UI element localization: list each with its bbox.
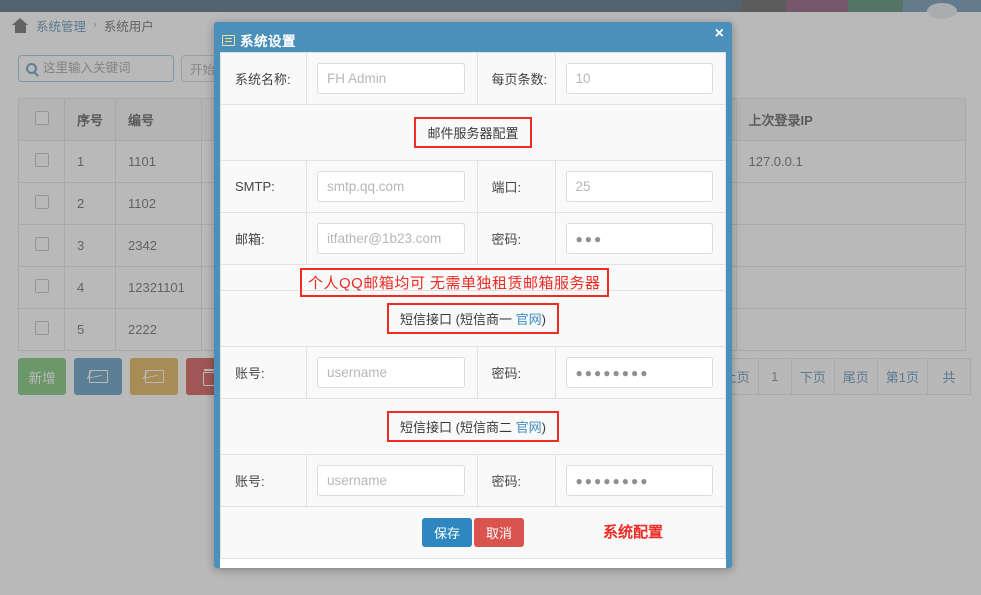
footer-annotation: 系统配置 [602, 524, 663, 541]
sms2-account-label: 账号: [220, 454, 307, 507]
sms1-account-field[interactable] [306, 346, 478, 399]
mail-section-heading: 邮件服务器配置 [414, 117, 532, 148]
system-settings-dialog: 系统设置 × 系统名称: 每页条数: 邮件服务器配置 SMTP: [214, 22, 732, 568]
sms1-official-link[interactable]: 官网 [516, 312, 542, 327]
sms1-section-header: 短信接口 (短信商一 官网) [220, 290, 726, 347]
sms1-password-label: 密码: [476, 346, 556, 399]
save-button[interactable]: 保存 [421, 518, 472, 547]
mail-password-cell[interactable]: ●●● [554, 212, 726, 265]
dialog-footer: 保存 取消 系统配置 [220, 506, 726, 559]
sms2-password-cell[interactable]: ●●●●●●●● [554, 454, 726, 507]
sms2-official-link[interactable]: 官网 [516, 420, 542, 435]
email-input[interactable] [317, 223, 465, 254]
port-field[interactable] [554, 160, 726, 213]
smtp-label: SMTP: [220, 160, 307, 213]
sms2-account-input[interactable] [317, 465, 465, 496]
dialog-header: 系统设置 × [220, 26, 726, 52]
close-icon[interactable]: × [715, 26, 724, 42]
sms2-section-header: 短信接口 (短信商二 官网) [220, 398, 726, 455]
page-size-input[interactable] [565, 63, 713, 94]
page-size-field[interactable] [554, 52, 726, 105]
email-field-cell[interactable] [306, 212, 478, 265]
smtp-input[interactable] [317, 171, 465, 202]
sms1-heading-prefix: 短信接口 (短信商一 [400, 312, 516, 327]
sms2-heading: 短信接口 (短信商二 官网) [387, 411, 559, 442]
row-system-name: 系统名称: 每页条数: [220, 52, 726, 105]
list-icon [222, 34, 235, 46]
row-sms2-account: 账号: 密码: ●●●●●●●● [220, 454, 726, 507]
smtp-field[interactable] [306, 160, 478, 213]
sms2-heading-prefix: 短信接口 (短信商二 [400, 420, 516, 435]
sms1-heading-suffix: ) [541, 312, 546, 327]
sms2-account-field[interactable] [306, 454, 478, 507]
mail-password-label: 密码: [476, 212, 556, 265]
cancel-button[interactable]: 取消 [474, 518, 525, 547]
mail-note-annotation: 个人QQ邮箱均可 无需单独租赁邮箱服务器 [300, 268, 609, 297]
dialog-title: 系统设置 [240, 34, 296, 49]
port-label: 端口: [476, 160, 556, 213]
row-blank [220, 558, 726, 568]
page-size-label: 每页条数: [476, 52, 556, 105]
row-dialog-footer: 保存 取消 系统配置 [220, 506, 726, 559]
system-name-input[interactable] [317, 63, 465, 94]
system-name-field[interactable] [306, 52, 478, 105]
mail-note-text: 个人QQ邮箱均可 无需单独租赁邮箱服务器 [308, 275, 601, 292]
sms2-password-input[interactable]: ●●●●●●●● [565, 465, 713, 496]
row-mail-section: 邮件服务器配置 [220, 104, 726, 161]
sms1-heading: 短信接口 (短信商一 官网) [387, 303, 559, 334]
mail-password-input[interactable]: ●●● [565, 223, 713, 254]
mail-section-header: 邮件服务器配置 [220, 104, 726, 161]
email-label: 邮箱: [220, 212, 307, 265]
row-smtp: SMTP: 端口: [220, 160, 726, 213]
row-email: 邮箱: 密码: ●●● [220, 212, 726, 265]
blank-area [220, 558, 726, 568]
row-sms2-section: 短信接口 (短信商二 官网) [220, 398, 726, 455]
sms1-account-input[interactable] [317, 357, 465, 388]
system-name-label: 系统名称: [220, 52, 307, 105]
sms1-password-cell[interactable]: ●●●●●●●● [554, 346, 726, 399]
settings-form: 系统名称: 每页条数: 邮件服务器配置 SMTP: 端口: [220, 52, 726, 568]
sms1-account-label: 账号: [220, 346, 307, 399]
sms2-heading-suffix: ) [541, 420, 546, 435]
port-input[interactable] [565, 171, 713, 202]
row-sms1-account: 账号: 密码: ●●●●●●●● [220, 346, 726, 399]
sms2-password-label: 密码: [476, 454, 556, 507]
dialog-body: 系统名称: 每页条数: 邮件服务器配置 SMTP: 端口: [220, 52, 726, 568]
sms1-password-input[interactable]: ●●●●●●●● [565, 357, 713, 388]
row-sms1-section: 短信接口 (短信商一 官网) [220, 290, 726, 347]
